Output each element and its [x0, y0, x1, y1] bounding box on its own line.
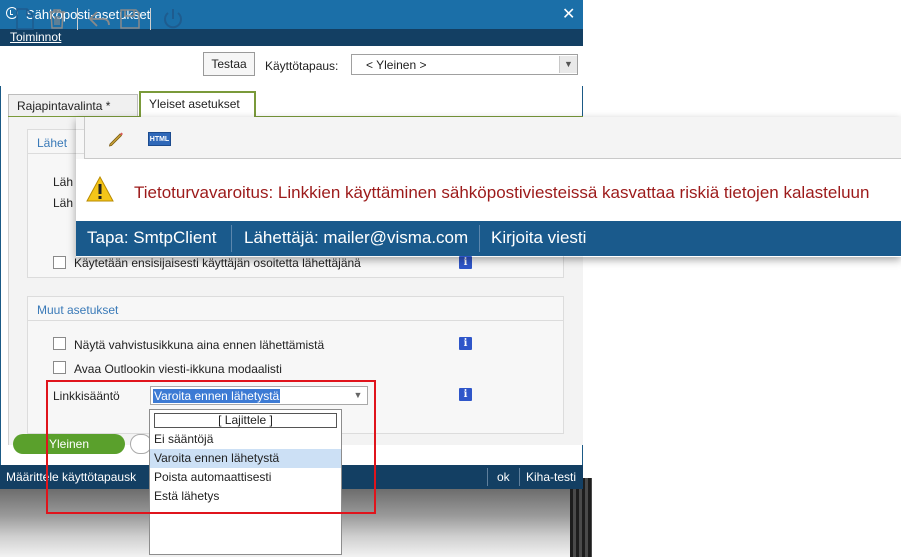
group-divider	[27, 320, 564, 321]
close-icon[interactable]: ✕	[562, 4, 575, 24]
tab-yleiset-asetukset[interactable]: Yleiset asetukset	[139, 91, 256, 117]
undo-icon[interactable]	[86, 7, 112, 31]
power-icon[interactable]	[160, 7, 186, 31]
checkbox-user-as-sender[interactable]	[53, 256, 66, 269]
chevron-down-icon[interactable]: ▼	[559, 56, 577, 73]
use-case-label: Käyttötapaus:	[265, 59, 339, 73]
test-button[interactable]: Testaa	[203, 52, 255, 76]
checkbox-confirm-before-send[interactable]	[53, 337, 66, 350]
send-label-1: Läh	[53, 175, 74, 189]
use-case-value: < Yleinen >	[366, 58, 427, 72]
toolbar-separator	[150, 8, 151, 30]
status-action: Kirjoita viesti	[491, 228, 587, 247]
dropdown-sort-button[interactable]: [ Lajittele ]	[154, 413, 337, 428]
delete-icon[interactable]	[46, 7, 68, 31]
link-rule-value: Varoita ennen lähetystä	[153, 389, 281, 403]
dropdown-option-warn[interactable]: Varoita ennen lähetystä	[150, 449, 341, 468]
info-icon[interactable]: i	[459, 388, 472, 401]
link-rule-dropdown: [ Lajittele ] Ei sääntöjä Varoita ennen …	[149, 409, 342, 555]
send-group-title: Lähet	[37, 136, 68, 150]
preview-status-bar: Tapa: SmtpClient Lähettäjä: mailer@visma…	[76, 221, 901, 256]
toolbar-separator	[77, 8, 78, 30]
warning-icon	[86, 176, 114, 202]
pencil-icon[interactable]	[106, 128, 126, 148]
checkbox-user-as-sender-label: Käytetään ensisijaisesti käyttäjän osoit…	[74, 256, 361, 270]
yleinen-button[interactable]: Yleinen	[13, 434, 125, 454]
new-document-icon[interactable]	[14, 7, 36, 31]
checkbox-confirm-before-send-label: Näytä vahvistusikkuna aina ennen lähettä…	[74, 338, 325, 352]
checkbox-outlook-modal-label: Avaa Outlookin viesti-ikkuna modaalisti	[74, 362, 282, 376]
link-rule-label: Linkkisääntö	[53, 389, 120, 403]
save-icon[interactable]	[118, 7, 142, 31]
info-icon[interactable]: i	[459, 337, 472, 350]
html-icon[interactable]: HTML	[148, 132, 171, 146]
other-group-title: Muut asetukset	[37, 303, 119, 317]
status-separator	[231, 225, 232, 252]
menu-bar: Toiminnot	[0, 29, 583, 46]
status-separator	[487, 468, 488, 486]
status-sender: Lähettäjä: mailer@visma.com	[244, 228, 469, 247]
info-icon[interactable]: i	[459, 256, 472, 269]
status-user: Kiha-testi	[526, 470, 577, 484]
dropdown-option-remove[interactable]: Poista automaattisesti	[150, 468, 341, 487]
chevron-down-icon[interactable]: ▼	[349, 387, 367, 404]
status-separator	[479, 225, 480, 252]
warning-text: Tietoturvavaroitus: Linkkien käyttäminen…	[134, 183, 870, 202]
status-ok: ok	[497, 470, 510, 484]
status-text: Määrittele käyttötapausk	[6, 470, 137, 484]
link-rule-select[interactable]: Varoita ennen lähetystä ▼	[150, 386, 368, 405]
preview-toolbar	[84, 117, 901, 159]
use-case-select[interactable]: < Yleinen > ▼	[351, 54, 578, 75]
menu-toiminnot[interactable]: Toiminnot	[10, 30, 61, 44]
checkbox-outlook-modal[interactable]	[53, 361, 66, 374]
dropdown-option-no-rules[interactable]: Ei sääntöjä	[150, 430, 341, 449]
background-photo-edge	[570, 478, 592, 557]
dropdown-option-block[interactable]: Estä lähetys	[150, 487, 341, 506]
tab-rajapintavalinta[interactable]: Rajapintavalinta *	[8, 94, 138, 116]
send-label-2: Läh	[53, 196, 74, 210]
status-separator	[519, 468, 520, 486]
status-method: Tapa: SmtpClient	[87, 228, 217, 247]
